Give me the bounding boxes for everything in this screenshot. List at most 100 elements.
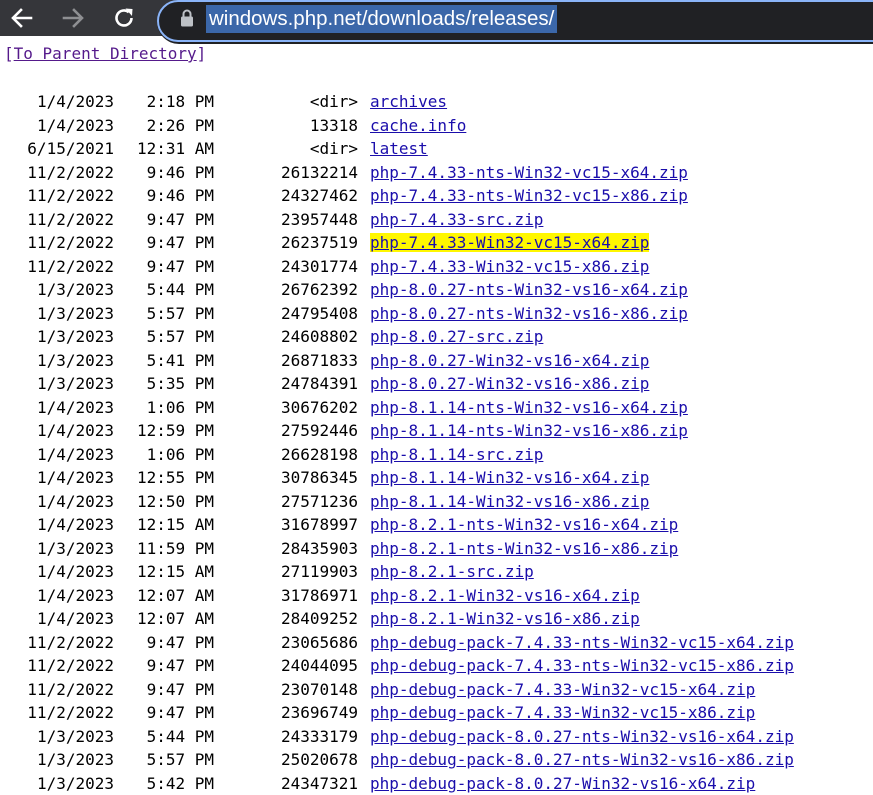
parent-directory-link[interactable]: To Parent Directory xyxy=(14,44,197,63)
file-size: 23070148 xyxy=(230,678,358,702)
file-link[interactable]: php-debug-pack-8.0.27-nts-Win32-vs16-x64… xyxy=(370,727,794,746)
file-link[interactable]: php-7.4.33-Win32-vc15-x64.zip xyxy=(370,233,649,252)
file-link[interactable]: php-8.2.1-nts-Win32-vs16-x64.zip xyxy=(370,515,678,534)
file-date: 11/2/2022 xyxy=(0,208,114,232)
file-name-cell: php-8.2.1-Win32-vs16-x64.zip xyxy=(370,584,640,608)
file-size: 24301774 xyxy=(230,255,358,279)
file-link[interactable]: php-debug-pack-7.4.33-Win32-vc15-x86.zip xyxy=(370,703,755,722)
file-date: 1/4/2023 xyxy=(0,466,114,490)
file-time: 12:15 AM xyxy=(121,560,214,584)
file-date: 1/3/2023 xyxy=(0,537,114,561)
file-date: 11/2/2022 xyxy=(0,161,114,185)
file-link[interactable]: php-8.1.14-Win32-vs16-x64.zip xyxy=(370,468,649,487)
file-link[interactable]: php-8.0.27-Win32-vs16-x86.zip xyxy=(370,374,649,393)
file-name-cell: php-8.0.27-nts-Win32-vs16-x86.zip xyxy=(370,302,688,326)
file-time: 5:57 PM xyxy=(121,302,214,326)
file-time: 5:57 PM xyxy=(121,748,214,772)
file-link[interactable]: php-8.1.14-nts-Win32-vs16-x64.zip xyxy=(370,398,688,417)
file-link[interactable]: php-8.0.27-Win32-vs16-x64.zip xyxy=(370,351,649,370)
file-date: 11/2/2022 xyxy=(0,184,114,208)
file-name-cell: php-debug-pack-8.0.27-nts-Win32-vs16-x64… xyxy=(370,725,794,749)
file-name-cell: php-7.4.33-nts-Win32-vc15-x64.zip xyxy=(370,161,688,185)
file-size: 26871833 xyxy=(230,349,358,373)
url-text[interactable]: windows.php.net/downloads/releases/ xyxy=(206,5,557,33)
file-date: 1/4/2023 xyxy=(0,607,114,631)
file-date: 1/4/2023 xyxy=(0,396,114,420)
file-link[interactable]: php-8.1.14-nts-Win32-vs16-x86.zip xyxy=(370,421,688,440)
file-date: 1/3/2023 xyxy=(0,372,114,396)
back-button[interactable] xyxy=(6,2,38,34)
file-name-cell: php-8.0.27-src.zip xyxy=(370,325,543,349)
file-date: 11/2/2022 xyxy=(0,231,114,255)
file-link[interactable]: php-8.1.14-src.zip xyxy=(370,445,543,464)
file-time: 9:47 PM xyxy=(121,208,214,232)
file-date: 11/2/2022 xyxy=(0,654,114,678)
file-link[interactable]: php-debug-pack-7.4.33-nts-Win32-vc15-x64… xyxy=(370,633,794,652)
file-name-cell: php-7.4.33-src.zip xyxy=(370,208,543,232)
file-date: 1/3/2023 xyxy=(0,302,114,326)
file-date: 1/4/2023 xyxy=(0,443,114,467)
file-link[interactable]: cache.info xyxy=(370,116,466,135)
file-name-cell: archives xyxy=(370,90,447,114)
file-name-cell: php-7.4.33-nts-Win32-vc15-x86.zip xyxy=(370,184,688,208)
file-date: 11/2/2022 xyxy=(0,701,114,725)
parent-directory: [To Parent Directory] xyxy=(4,44,206,64)
file-link[interactable]: php-7.4.33-Win32-vc15-x86.zip xyxy=(370,257,649,276)
file-date: 1/3/2023 xyxy=(0,748,114,772)
file-link[interactable]: php-8.0.27-nts-Win32-vs16-x64.zip xyxy=(370,280,688,299)
file-date: 11/2/2022 xyxy=(0,631,114,655)
file-time: 12:55 PM xyxy=(121,466,214,490)
file-size: 24347321 xyxy=(230,772,358,795)
file-link[interactable]: archives xyxy=(370,92,447,111)
lock-icon[interactable] xyxy=(180,9,194,27)
file-size: 26237519 xyxy=(230,231,358,255)
file-date: 1/4/2023 xyxy=(0,419,114,443)
file-link[interactable]: latest xyxy=(370,139,428,158)
file-name-cell: php-debug-pack-7.4.33-nts-Win32-vc15-x64… xyxy=(370,631,794,655)
file-size: 13318 xyxy=(230,114,358,138)
file-time: 9:47 PM xyxy=(121,654,214,678)
file-link[interactable]: php-debug-pack-7.4.33-nts-Win32-vc15-x86… xyxy=(370,656,794,675)
file-time: 2:18 PM xyxy=(121,90,214,114)
file-name-cell: cache.info xyxy=(370,114,466,138)
reload-icon xyxy=(111,5,137,31)
file-size: 24795408 xyxy=(230,302,358,326)
file-time: 5:57 PM xyxy=(121,325,214,349)
file-size: 27592446 xyxy=(230,419,358,443)
file-size: 31786971 xyxy=(230,584,358,608)
file-time: 9:47 PM xyxy=(121,255,214,279)
file-size: 30786345 xyxy=(230,466,358,490)
forward-button[interactable] xyxy=(57,2,89,34)
file-time: 9:47 PM xyxy=(121,631,214,655)
file-link[interactable]: php-debug-pack-7.4.33-Win32-vc15-x64.zip xyxy=(370,680,755,699)
file-date: 1/4/2023 xyxy=(0,513,114,537)
file-link[interactable]: php-8.0.27-src.zip xyxy=(370,327,543,346)
file-date: 1/3/2023 xyxy=(0,725,114,749)
file-time: 5:44 PM xyxy=(121,725,214,749)
reload-button[interactable] xyxy=(108,2,140,34)
file-name-cell: php-8.1.14-nts-Win32-vs16-x86.zip xyxy=(370,419,688,443)
file-link[interactable]: php-8.1.14-Win32-vs16-x86.zip xyxy=(370,492,649,511)
file-link[interactable]: php-8.0.27-nts-Win32-vs16-x86.zip xyxy=(370,304,688,323)
file-link[interactable]: php-debug-pack-8.0.27-nts-Win32-vs16-x86… xyxy=(370,750,794,769)
file-link[interactable]: php-8.2.1-Win32-vs16-x64.zip xyxy=(370,586,640,605)
file-link[interactable]: php-7.4.33-nts-Win32-vc15-x86.zip xyxy=(370,186,688,205)
file-size: 26762392 xyxy=(230,278,358,302)
file-link[interactable]: php-8.2.1-src.zip xyxy=(370,562,534,581)
file-link[interactable]: php-8.2.1-nts-Win32-vs16-x86.zip xyxy=(370,539,678,558)
file-link[interactable]: php-8.2.1-Win32-vs16-x86.zip xyxy=(370,609,640,628)
file-size: 23957448 xyxy=(230,208,358,232)
file-time: 5:44 PM xyxy=(121,278,214,302)
file-time: 5:35 PM xyxy=(121,372,214,396)
file-time: 12:50 PM xyxy=(121,490,214,514)
file-date: 1/3/2023 xyxy=(0,349,114,373)
file-time: 12:07 AM xyxy=(121,607,214,631)
file-link[interactable]: php-debug-pack-8.0.27-Win32-vs16-x64.zip xyxy=(370,774,755,793)
file-link[interactable]: php-7.4.33-src.zip xyxy=(370,210,543,229)
file-name-cell: php-8.1.14-nts-Win32-vs16-x64.zip xyxy=(370,396,688,420)
file-time: 12:31 AM xyxy=(121,137,214,161)
file-link[interactable]: php-7.4.33-nts-Win32-vc15-x64.zip xyxy=(370,163,688,182)
file-size: 24044095 xyxy=(230,654,358,678)
file-name-cell: php-8.1.14-src.zip xyxy=(370,443,543,467)
file-time: 9:46 PM xyxy=(121,184,214,208)
